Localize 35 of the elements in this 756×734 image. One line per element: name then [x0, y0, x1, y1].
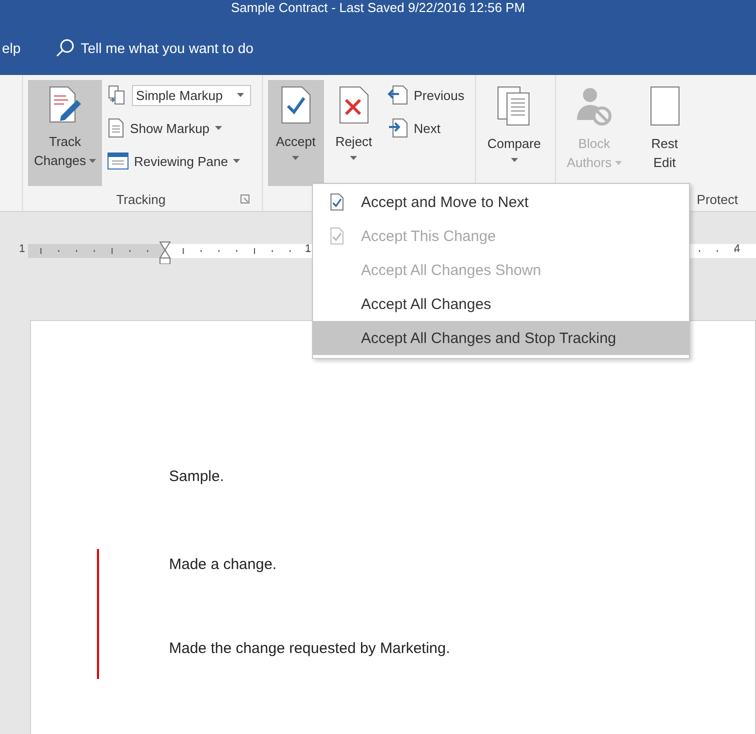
ribbon-button[interactable]: Rest Edit: [630, 80, 700, 186]
ribbon-button[interactable]: Reviewing Pane: [104, 146, 254, 176]
group-label: Protect: [696, 192, 738, 207]
ribbon-button[interactable]: Reject: [326, 80, 382, 186]
ribbon-button[interactable]: Previous: [384, 80, 468, 110]
ruler-number: 4: [734, 243, 740, 255]
document-pencil-icon: [47, 86, 84, 124]
group-label: Tracking: [116, 192, 166, 207]
ribbon-button[interactable]: Track Changes: [28, 80, 102, 186]
search-icon: [54, 38, 75, 58]
paragraph: Sample.: [169, 467, 224, 487]
page-left-arrow-icon: [386, 85, 409, 105]
menu-item[interactable]: Accept All Changes and Stop Tracking: [313, 321, 689, 355]
paragraph: Made the change requested by Marketing.: [169, 639, 450, 659]
page-right-arrow-icon: [386, 118, 409, 138]
ribbon-button[interactable]: Next: [384, 113, 468, 143]
ribbon-button[interactable]: Accept: [268, 80, 324, 186]
menu-tab[interactable]: elp: [2, 40, 21, 56]
dialog-launcher-icon[interactable]: [240, 194, 250, 204]
document-check-icon: [280, 86, 311, 124]
documents-icon: [497, 86, 532, 126]
tell-me-search[interactable]: Tell me what you want to do: [54, 38, 254, 58]
page-icon: [107, 118, 126, 138]
pane-icon: [107, 152, 130, 170]
menu-item[interactable]: Accept and Move to Next: [313, 185, 689, 219]
person-blocked-icon: [575, 86, 614, 126]
ruler-number: 1: [304, 243, 312, 255]
paragraph: Made a change.: [169, 555, 277, 575]
documents-icon: [107, 85, 128, 105]
document-x-icon: [338, 86, 369, 124]
ribbon-button[interactable]: Show Markup: [104, 113, 254, 143]
window-title: Sample Contract - Last Saved 9/22/2016 12:56 PM: [230, 1, 526, 15]
page-icon: [650, 86, 680, 126]
ruler-number: 1: [18, 243, 26, 255]
menu-item[interactable]: Accept All Changes: [313, 287, 689, 321]
